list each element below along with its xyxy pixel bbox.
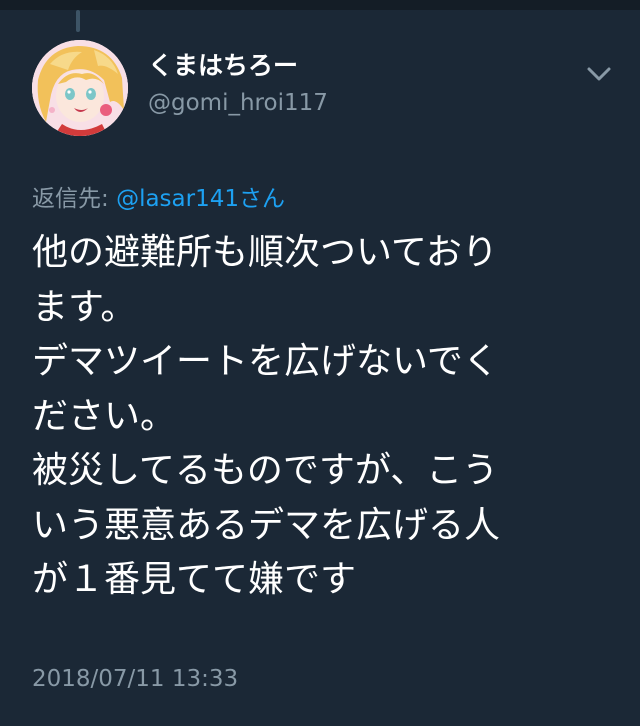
tweet-timestamp[interactable]: 2018/07/11 13:33 [32,664,238,694]
tweet-text-line: 被災してるものですが、こう [32,450,499,491]
tweet-menu-button[interactable] [582,60,616,88]
reply-context: 返信先: @lasar141さん [32,184,285,214]
reply-mention-link[interactable]: @lasar141さん [116,186,285,212]
avatar-image [32,40,128,136]
tweet-text-line: が１番見てて嫌です [32,559,357,600]
tweet-detail-screen: くまはちろー @gomi_hroi117 返信先: @lasar141さん 他の… [0,0,640,726]
author-display-name[interactable]: くまはちろー [148,50,298,82]
tweet-text: 他の避難所も順次ついており ます。 デマツイートを広げないでく ださい。 被災し… [32,226,602,608]
tweet-text-line: 他の避難所も順次ついており [32,232,498,273]
tweet-text-line: いう悪意あるデマを広げる人 [32,504,501,546]
tweet-text-line: ださい。 [32,395,177,437]
thread-connector-line [76,10,80,32]
chevron-down-icon [587,67,611,81]
author-handle[interactable]: @gomi_hroi117 [148,88,328,118]
reply-prefix: 返信先: [32,186,117,212]
tweet-text-line: ます。 [32,286,137,328]
top-strip [0,0,640,10]
avatar[interactable] [32,40,128,136]
tweet-text-line: デマツイートを広げないでく [32,341,499,382]
